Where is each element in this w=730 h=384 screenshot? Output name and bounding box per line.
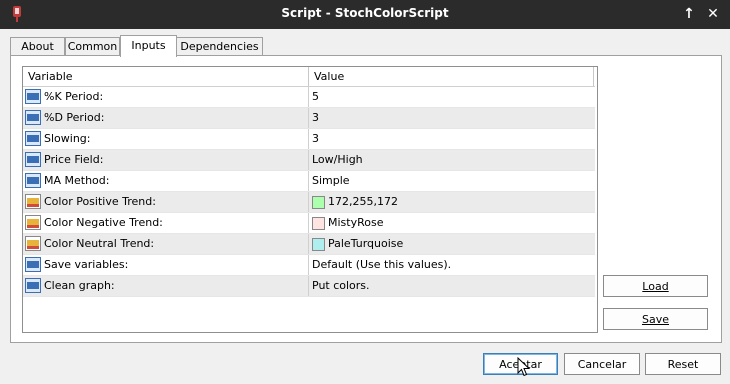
number-icon [25,131,41,146]
title-bar[interactable]: Script - StochColorScript ↑ ✕ [0,0,730,29]
variable-value[interactable]: MistyRose [328,213,383,233]
cell-divider [308,192,309,212]
number-icon [25,110,41,125]
variable-value[interactable]: 3 [312,129,319,149]
variable-value[interactable]: PaleTurquoise [328,234,403,254]
window-title: Script - StochColorScript [281,6,449,20]
variable-value[interactable]: Default (Use this values). [312,255,451,275]
variable-name: Save variables: [44,258,129,271]
inputs-panel: Variable Value %K Period: 5 %D Period: 3 Slo… [10,55,722,343]
variable-name: Color Negative Trend: [44,216,163,229]
load-button-label: Load [642,280,669,293]
number-icon [25,152,41,167]
grid-row[interactable]: %K Period: 5 [23,87,595,108]
color-swatch [312,238,325,251]
grid-row[interactable]: Color Negative Trend: MistyRose [23,213,595,234]
cell-divider [308,213,309,233]
cell-divider [308,129,309,149]
grid-row[interactable]: MA Method: Simple [23,171,595,192]
color-icon [25,194,41,209]
variable-name: %K Period: [44,90,104,103]
variable-value[interactable]: Put colors. [312,276,370,296]
cell-divider [308,255,309,275]
variable-name: %D Period: [44,111,105,124]
tab-dependencies[interactable]: Dependencies [176,37,263,56]
script-dialog: Script - StochColorScript ↑ ✕ About Comm… [0,0,730,384]
variable-value[interactable]: 3 [312,108,319,128]
reset-button[interactable]: Reset [645,353,721,375]
variable-name: Color Positive Trend: [44,195,156,208]
mouse-pointer-icon [517,357,531,377]
tab-common[interactable]: Common [65,37,120,56]
variable-value[interactable]: 5 [312,87,319,107]
number-icon [25,89,41,104]
variable-value[interactable]: Low/High [312,150,363,170]
cell-divider [308,87,309,107]
close-icon[interactable]: ✕ [705,6,721,22]
color-icon [25,236,41,251]
variable-name: Slowing: [44,132,91,145]
variable-name: MA Method: [44,174,110,187]
color-icon [25,215,41,230]
grid-row[interactable]: Clean graph: Put colors. [23,276,595,297]
cancel-button[interactable]: Cancelar [564,353,640,375]
color-swatch [312,217,325,230]
number-icon [25,278,41,293]
save-button[interactable]: Save [603,308,708,330]
pin-icon[interactable]: ↑ [681,6,697,22]
variable-name: Price Field: [44,153,104,166]
cell-divider [308,276,309,296]
color-swatch [312,196,325,209]
variable-value[interactable]: Simple [312,171,350,191]
cell-divider [308,108,309,128]
column-value[interactable]: Value [309,67,344,86]
save-button-label: Save [641,313,669,326]
grid-row[interactable]: Color Neutral Trend: PaleTurquoise [23,234,595,255]
variable-value[interactable]: 172,255,172 [328,192,398,212]
variable-name: Clean graph: [44,279,115,292]
tab-about[interactable]: About [10,37,65,56]
grid-row[interactable]: Price Field: Low/High [23,150,595,171]
number-icon [25,257,41,272]
grid-row[interactable]: Save variables: Default (Use this values)… [23,255,595,276]
grid-rows: %K Period: 5 %D Period: 3 Slowing: 3 Price Fie… [23,87,595,297]
grid-row[interactable]: Slowing: 3 [23,129,595,150]
cell-divider [308,150,309,170]
cell-divider [308,171,309,191]
tab-inputs[interactable]: Inputs [120,35,177,57]
grid-row[interactable]: %D Period: 3 [23,108,595,129]
grid-header: Variable Value [23,67,595,87]
variable-name: Color Neutral Trend: [44,237,155,250]
grid-row[interactable]: Color Positive Trend: 172,255,172 [23,192,595,213]
column-variable[interactable]: Variable [23,67,73,86]
column-separator[interactable] [593,67,594,86]
number-icon [25,173,41,188]
cell-divider [308,234,309,254]
inputs-grid[interactable]: Variable Value %K Period: 5 %D Period: 3 Slo… [22,66,598,333]
load-button[interactable]: Load [603,275,708,297]
